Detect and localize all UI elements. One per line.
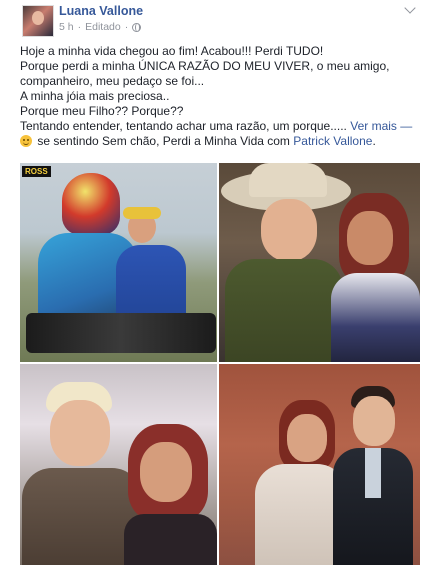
post-card: Luana Vallone 5 h · Editado · Hoje a min… [12,0,422,577]
photo-shape [124,514,217,565]
see-more-link[interactable]: Ver mais [350,119,397,133]
post-meta: 5 h · Editado · [59,21,142,33]
photo-shape [225,259,343,362]
photo-shape [365,448,381,498]
photo-shape [123,207,161,219]
photo-shape [347,211,393,265]
feeling-line: se sentindo Sem chão, Perdi a Minha Vida… [20,134,420,149]
photo-shape [261,199,317,261]
photo-shape [249,163,327,197]
text-line: companheiro, meu pedaço se foi... [20,74,205,88]
last-line-text: Tentando entender, tentando achar uma ra… [20,119,347,133]
photo-shape [287,414,327,462]
photo-formal[interactable] [219,364,420,565]
photo-grid: ROSS [20,163,420,565]
chevron-down-icon[interactable] [404,2,416,14]
photo-shape [140,442,192,502]
emoji-icon [20,135,32,147]
avatar-face [32,11,44,25]
text-line: Porque meu Filho?? Porque?? [20,104,184,118]
text-line: A minha jóia mais preciosa.. [20,89,170,103]
feeling-text: se sentindo Sem chão, Perdi a Minha Vida… [37,134,290,148]
text-line: Hoje a minha vida chegou ao fim! Acabou!… [20,44,324,58]
photo-party[interactable] [20,364,217,565]
edited-label[interactable]: Editado [85,21,121,33]
avatar[interactable] [22,5,54,37]
photo-shape [353,396,395,446]
photo-shape [50,400,110,466]
photo-badge: ROSS [22,166,51,177]
globe-icon[interactable] [132,22,142,32]
photo-cowboy-hat[interactable] [219,163,420,362]
dash: — [400,119,413,133]
text-line: Porque perdi a minha ÚNICA RAZÃO DO MEU … [20,59,390,73]
photo-shape [331,273,420,362]
tagged-person-link[interactable]: Patrick Vallone [293,134,372,148]
photo-shape [62,173,120,235]
post-text: Hoje a minha vida chegou ao fim! Acabou!… [20,44,420,149]
period: . [372,134,376,148]
photo-motocross[interactable]: ROSS [20,163,217,362]
author-name[interactable]: Luana Vallone [59,4,143,18]
meta-separator: · [124,21,129,33]
photo-shape [26,313,216,353]
meta-separator: · [77,21,82,33]
text-line: Tentando entender, tentando achar uma ra… [20,119,420,134]
post-time[interactable]: 5 h [59,21,74,33]
